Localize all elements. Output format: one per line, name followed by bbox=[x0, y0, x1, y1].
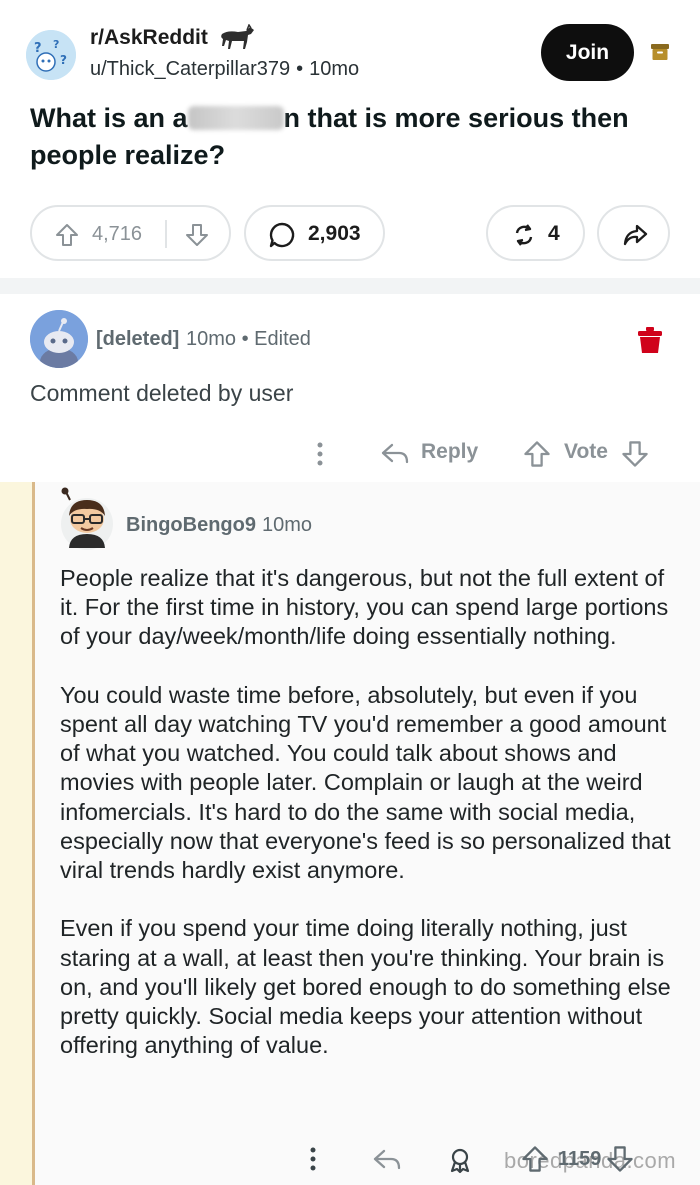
comment-paragraph: You could waste time before, absolutely,… bbox=[60, 681, 671, 884]
deleted-comment-meta: 10mo • Edited bbox=[186, 328, 311, 351]
comment-paragraph: People realize that it's dangerous, but … bbox=[60, 565, 669, 650]
more-options-icon[interactable] bbox=[305, 1145, 321, 1173]
subreddit-avatar[interactable]: ? ? ? bbox=[26, 30, 76, 80]
downvote-icon[interactable] bbox=[184, 222, 210, 248]
comments-button[interactable]: 2,903 bbox=[244, 205, 385, 261]
subreddit-name[interactable]: r/AskReddit bbox=[90, 26, 208, 50]
share-button[interactable] bbox=[597, 205, 670, 261]
reply-icon[interactable] bbox=[372, 1146, 402, 1174]
post-author[interactable]: u/Thick_Caterpillar379 bbox=[90, 58, 290, 80]
comment-author[interactable]: BingoBengo9 bbox=[126, 514, 256, 537]
award-count: 4 bbox=[548, 222, 560, 245]
join-button[interactable]: Join bbox=[541, 24, 634, 81]
deleted-comment-age: 10mo bbox=[186, 328, 237, 350]
more-options-icon[interactable] bbox=[312, 440, 328, 468]
award-button[interactable]: 4 bbox=[486, 205, 585, 261]
deleted-comment-body: Comment deleted by user bbox=[30, 380, 294, 406]
post-vote-bar: 4,716 bbox=[30, 205, 231, 261]
upvote-icon[interactable] bbox=[522, 439, 552, 469]
section-divider bbox=[0, 278, 700, 294]
comment-age: 10mo bbox=[262, 514, 313, 536]
upvote-icon[interactable] bbox=[54, 222, 80, 248]
downvote-icon[interactable] bbox=[620, 439, 650, 469]
post-title[interactable]: What is an an that is more serious then … bbox=[30, 100, 670, 174]
downvote-icon[interactable] bbox=[605, 1144, 635, 1174]
award-icon bbox=[515, 224, 533, 246]
post-title-start: What is an a bbox=[30, 103, 188, 133]
reply-button[interactable]: Reply bbox=[421, 440, 478, 464]
comment-paragraph: Even if you spend your time doing litera… bbox=[60, 915, 671, 1059]
censored-word bbox=[187, 106, 284, 130]
post-card: ? ? ? r/AskReddit u/Thick_Caterpillar379… bbox=[0, 0, 700, 278]
deleted-comment: [deleted] 10mo • Edited Comment deleted … bbox=[0, 294, 700, 482]
thread-line[interactable] bbox=[32, 482, 35, 1185]
post-age: 10mo bbox=[309, 58, 360, 80]
vote-divider bbox=[165, 220, 167, 248]
svg-text:?: ? bbox=[53, 38, 59, 51]
comment-score: 1159 bbox=[558, 1148, 602, 1170]
user-avatar[interactable] bbox=[56, 486, 118, 552]
trash-icon bbox=[638, 327, 662, 353]
thread-indent bbox=[0, 482, 32, 1185]
award-icon[interactable] bbox=[446, 1146, 474, 1174]
comment-icon bbox=[269, 222, 295, 248]
deleted-author: [deleted] bbox=[96, 328, 180, 350]
meta-separator: • bbox=[296, 58, 304, 80]
comment-count: 2,903 bbox=[308, 222, 361, 245]
svg-text:?: ? bbox=[60, 53, 67, 67]
horse-flair-icon bbox=[221, 24, 254, 49]
comment-body: People realize that it's dangerous, but … bbox=[60, 564, 680, 1090]
deleted-user-avatar bbox=[30, 310, 88, 368]
reply-icon[interactable] bbox=[380, 440, 410, 468]
edited-label: Edited bbox=[254, 328, 311, 350]
reply-comment: BingoBengo9 10mo People realize that it'… bbox=[0, 482, 700, 1185]
meta-separator: • bbox=[241, 328, 249, 350]
post-score: 4,716 bbox=[92, 223, 143, 245]
svg-text:?: ? bbox=[34, 41, 42, 56]
archive-icon bbox=[651, 44, 669, 60]
post-meta: u/Thick_Caterpillar379 • 10mo bbox=[90, 58, 359, 81]
vote-label: Vote bbox=[564, 440, 608, 463]
upvote-icon[interactable] bbox=[520, 1144, 550, 1174]
share-icon bbox=[623, 224, 648, 246]
